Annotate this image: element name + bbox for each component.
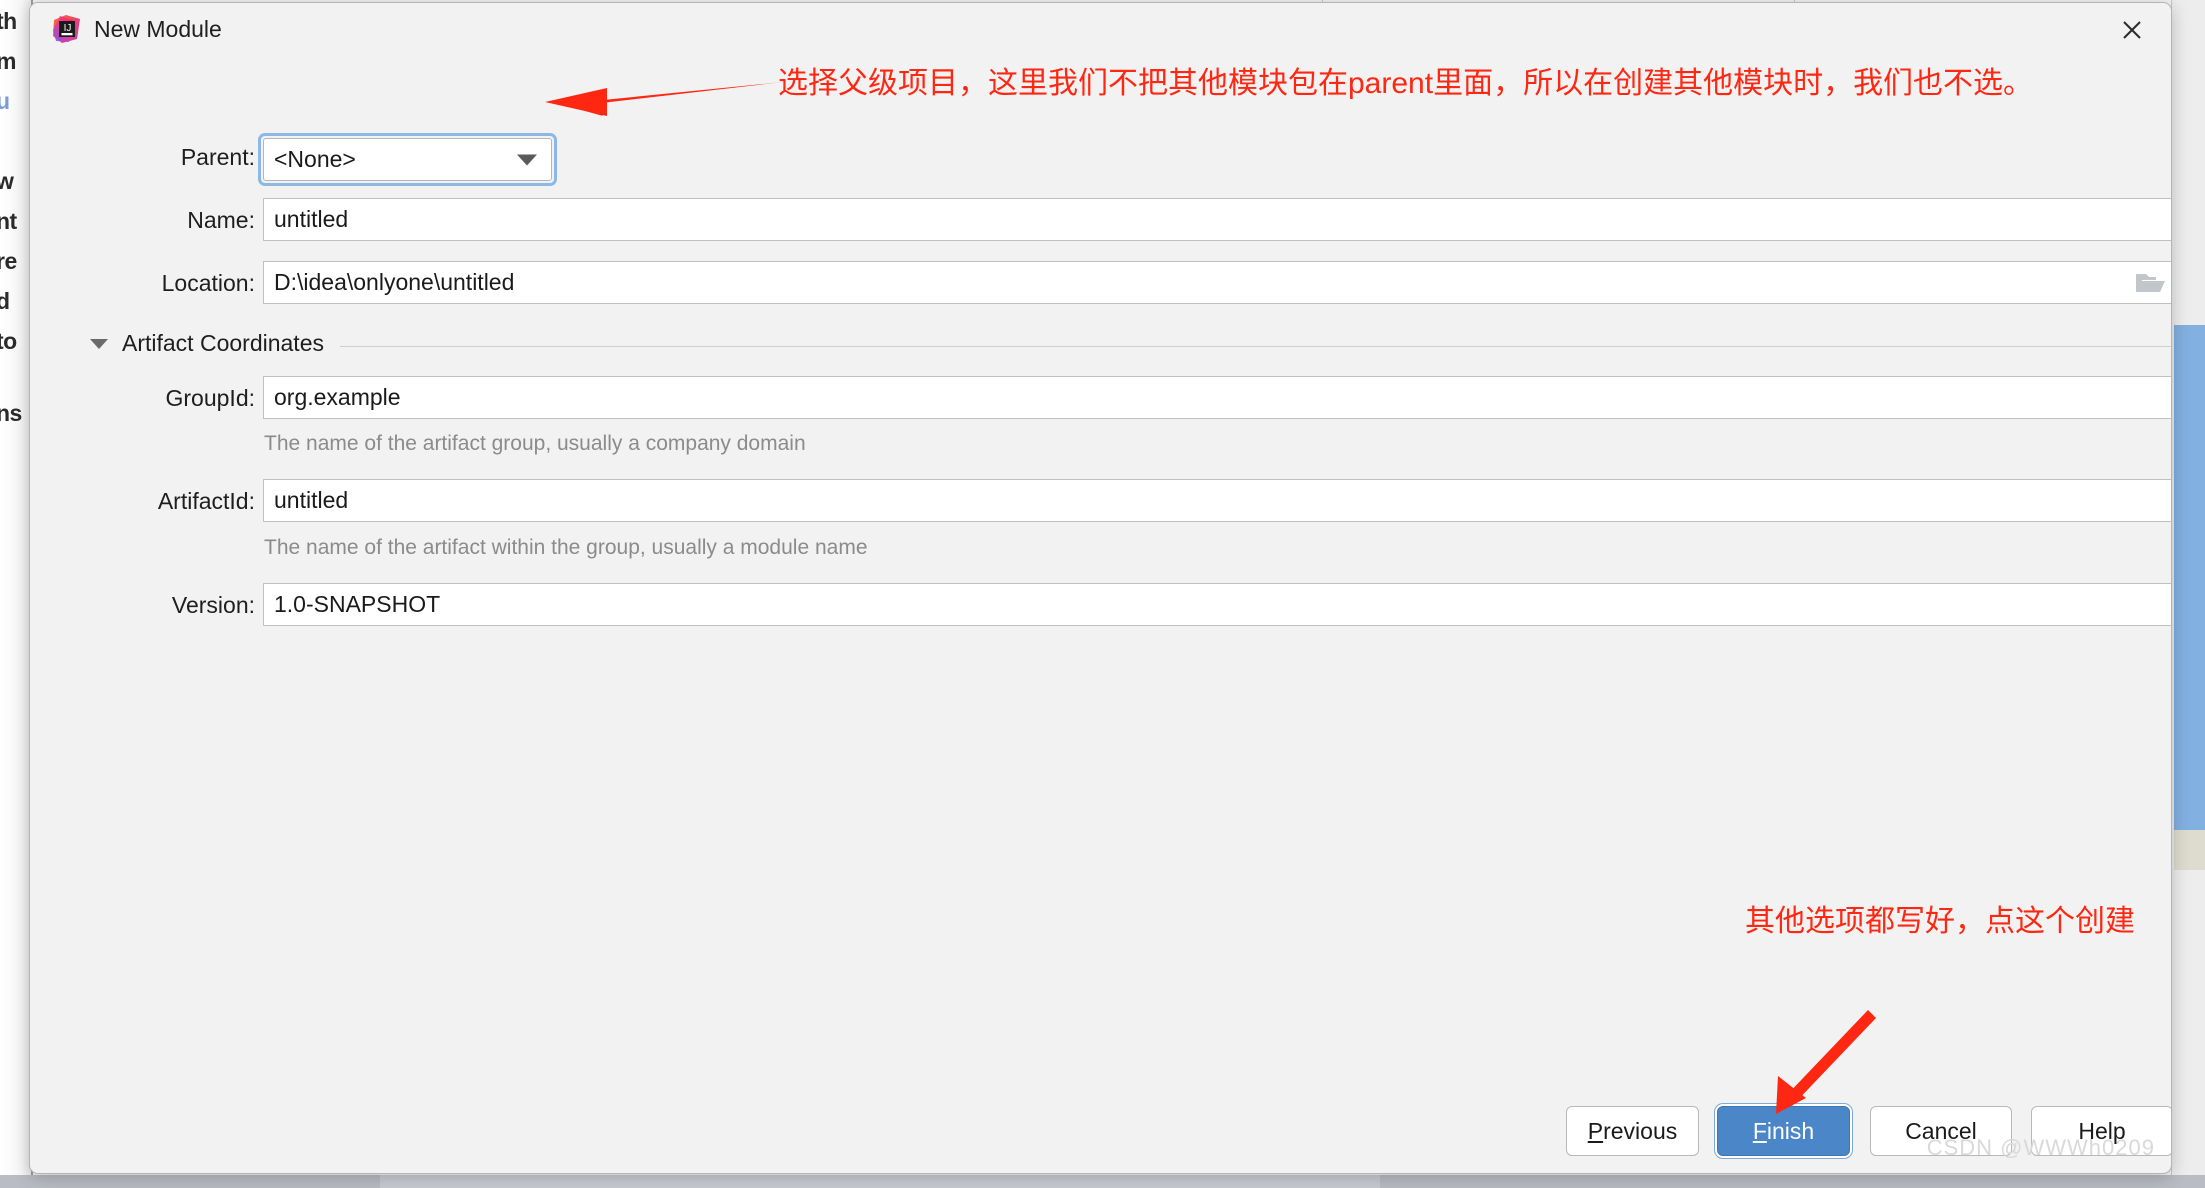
location-input[interactable]: D:\idea\onlyone\untitled bbox=[263, 261, 2172, 304]
location-label: Location: bbox=[65, 270, 255, 297]
background-status-bar-segment bbox=[380, 1175, 1380, 1188]
location-value: D:\idea\onlyone\untitled bbox=[274, 269, 514, 296]
folder-open-icon[interactable] bbox=[2134, 270, 2166, 296]
background-text-fragment: u bbox=[0, 88, 10, 115]
name-input[interactable]: untitled bbox=[263, 198, 2172, 241]
svg-text:IJ: IJ bbox=[64, 23, 72, 34]
finish-mnemonic: F bbox=[1753, 1118, 1767, 1144]
version-label: Version: bbox=[85, 592, 255, 619]
dialog-titlebar: IJ New Module bbox=[30, 3, 2171, 55]
previous-button[interactable]: Previous bbox=[1566, 1106, 1699, 1156]
section-divider bbox=[340, 346, 2172, 347]
background-text-fragment: th bbox=[0, 8, 17, 35]
groupid-value: org.example bbox=[274, 384, 401, 411]
parent-combobox[interactable]: <None> bbox=[258, 133, 557, 186]
name-label: Name: bbox=[85, 207, 255, 234]
artifact-coordinates-label: Artifact Coordinates bbox=[122, 330, 324, 357]
chevron-down-icon bbox=[517, 154, 537, 165]
artifactid-hint: The name of the artifact within the grou… bbox=[264, 536, 868, 560]
name-value: untitled bbox=[274, 206, 348, 233]
background-text-fragment: nt bbox=[0, 208, 17, 235]
finish-label-rest: inish bbox=[1767, 1118, 1814, 1144]
triangle-down-icon bbox=[90, 339, 108, 349]
close-icon[interactable] bbox=[2111, 11, 2153, 49]
dialog-title: New Module bbox=[94, 13, 222, 45]
new-module-dialog: IJ New Module Parent: <None> bbox=[29, 2, 2172, 1174]
previous-label-rest: revious bbox=[1603, 1118, 1677, 1144]
background-text-fragment: m bbox=[0, 48, 16, 75]
parent-label: Parent: bbox=[85, 144, 255, 171]
groupid-hint: The name of the artifact group, usually … bbox=[264, 432, 806, 456]
finish-button[interactable]: Finish bbox=[1717, 1106, 1850, 1156]
version-input[interactable]: 1.0-SNAPSHOT bbox=[263, 583, 2172, 626]
background-secondary-highlight bbox=[2174, 830, 2205, 870]
watermark: CSDN @WWWh0209 bbox=[1927, 1135, 2155, 1161]
background-text-fragment: w bbox=[0, 168, 13, 195]
screenshot-root: th mu w nt re d to ns bbox=[0, 0, 2205, 1188]
background-text-fragment: re bbox=[0, 248, 17, 275]
parent-value: <None> bbox=[274, 146, 356, 173]
background-selection-highlight bbox=[2174, 325, 2205, 830]
artifact-coordinates-section-header[interactable]: Artifact Coordinates bbox=[90, 330, 324, 357]
version-value: 1.0-SNAPSHOT bbox=[274, 591, 440, 618]
background-text-fragment: to bbox=[0, 328, 17, 355]
artifactid-value: untitled bbox=[274, 487, 348, 514]
background-right-panel bbox=[2171, 0, 2205, 1175]
groupid-label: GroupId: bbox=[85, 385, 255, 412]
background-text-fragment: ns bbox=[0, 400, 22, 427]
groupid-input[interactable]: org.example bbox=[263, 376, 2172, 419]
artifactid-label: ArtifactId: bbox=[65, 488, 255, 515]
previous-mnemonic: P bbox=[1588, 1118, 1603, 1144]
background-text-fragment: d bbox=[0, 288, 10, 315]
artifactid-input[interactable]: untitled bbox=[263, 479, 2172, 522]
intellij-idea-icon: IJ bbox=[52, 14, 82, 44]
